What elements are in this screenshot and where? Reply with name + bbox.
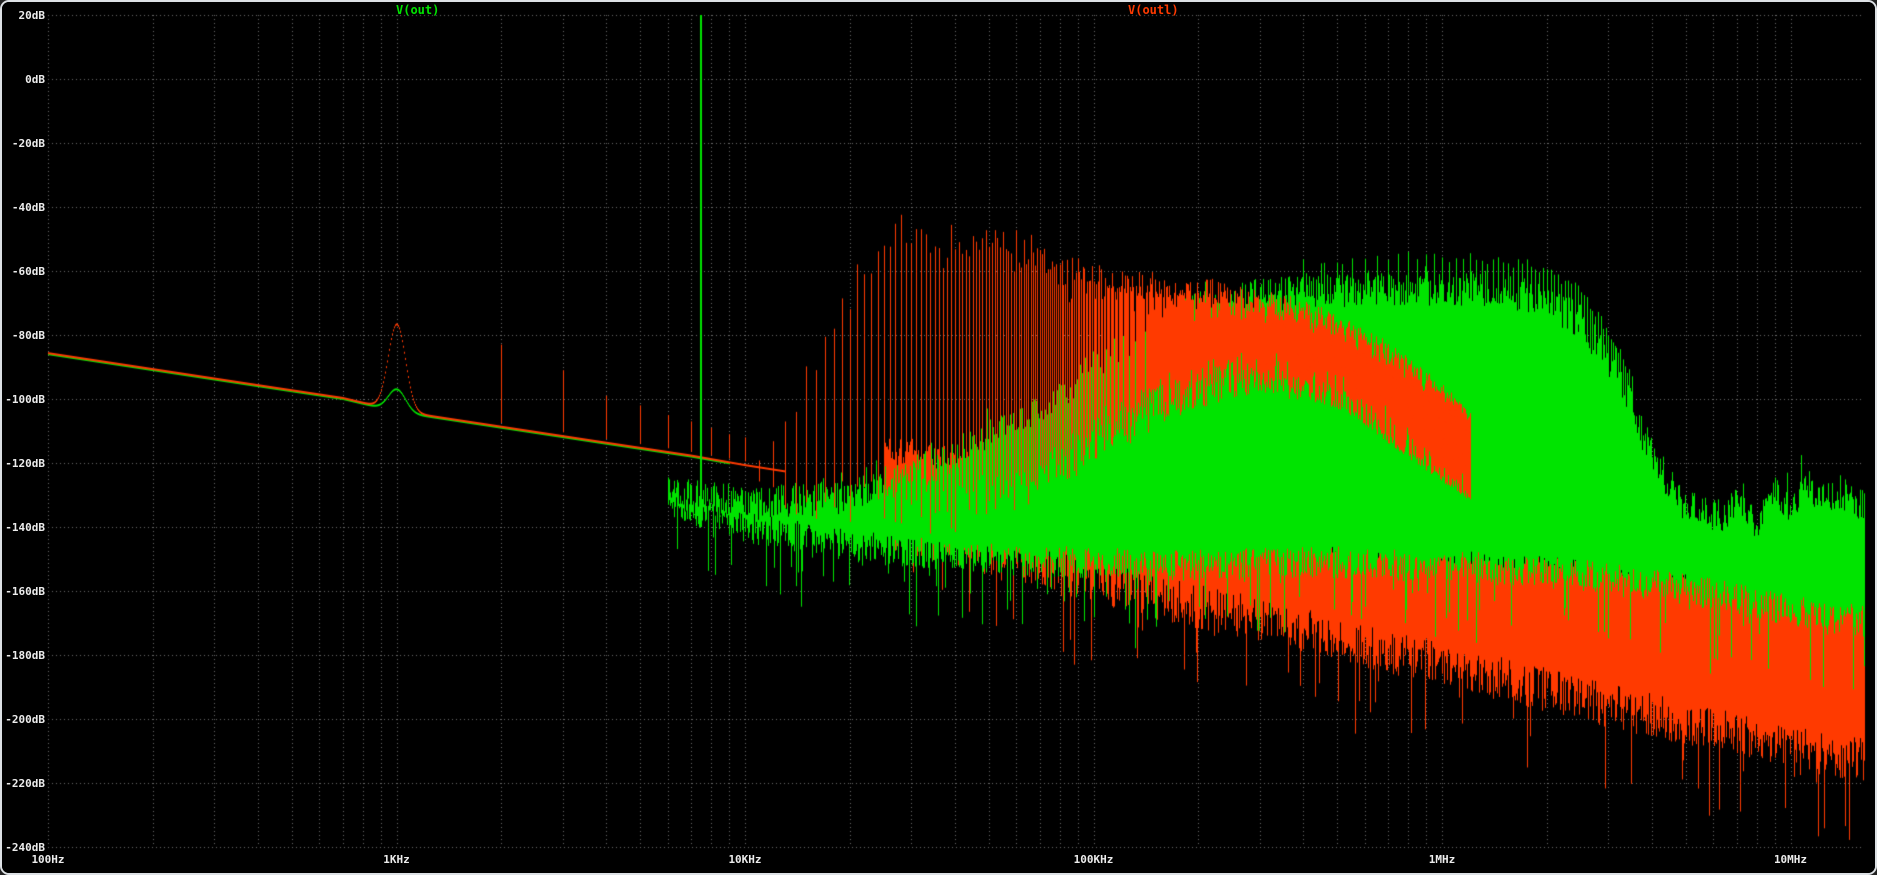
y-tick-label: -100dB [5,393,45,406]
y-tick-label: -220dB [5,777,45,790]
x-tick-label: 10KHz [728,853,762,866]
legend-trace-label[interactable]: V(out) [396,3,439,17]
waveform-plot-window: V(out) V(outl) 20dB 0dB -20dB -40dB -60dB -80d… [0,0,1877,875]
x-tick-label: 1KHz [383,853,410,866]
x-tick-label: 100KHz [1073,853,1114,866]
y-tick-label: -120dB [5,457,45,470]
x-tick-label: 100Hz [31,853,65,866]
y-tick-label: -20dB [11,137,45,150]
y-tick-label: -200dB [5,713,45,726]
x-tick-label: 10MHz [1773,853,1808,866]
x-tick-label: 1MHz [1428,853,1456,866]
y-tick-label: 20dB [18,9,46,22]
y-tick-label: -40dB [11,201,45,214]
y-tick-label: -180dB [5,649,45,662]
fft-plot-canvas[interactable] [2,2,1875,873]
y-tick-label: -160dB [5,585,45,598]
legend-trace-label[interactable]: V(outl) [1128,3,1179,17]
y-tick-label: -60dB [11,265,45,278]
y-tick-label: 0dB [25,73,45,86]
y-tick-label: -80dB [11,329,45,342]
y-tick-label: -140dB [5,521,45,534]
